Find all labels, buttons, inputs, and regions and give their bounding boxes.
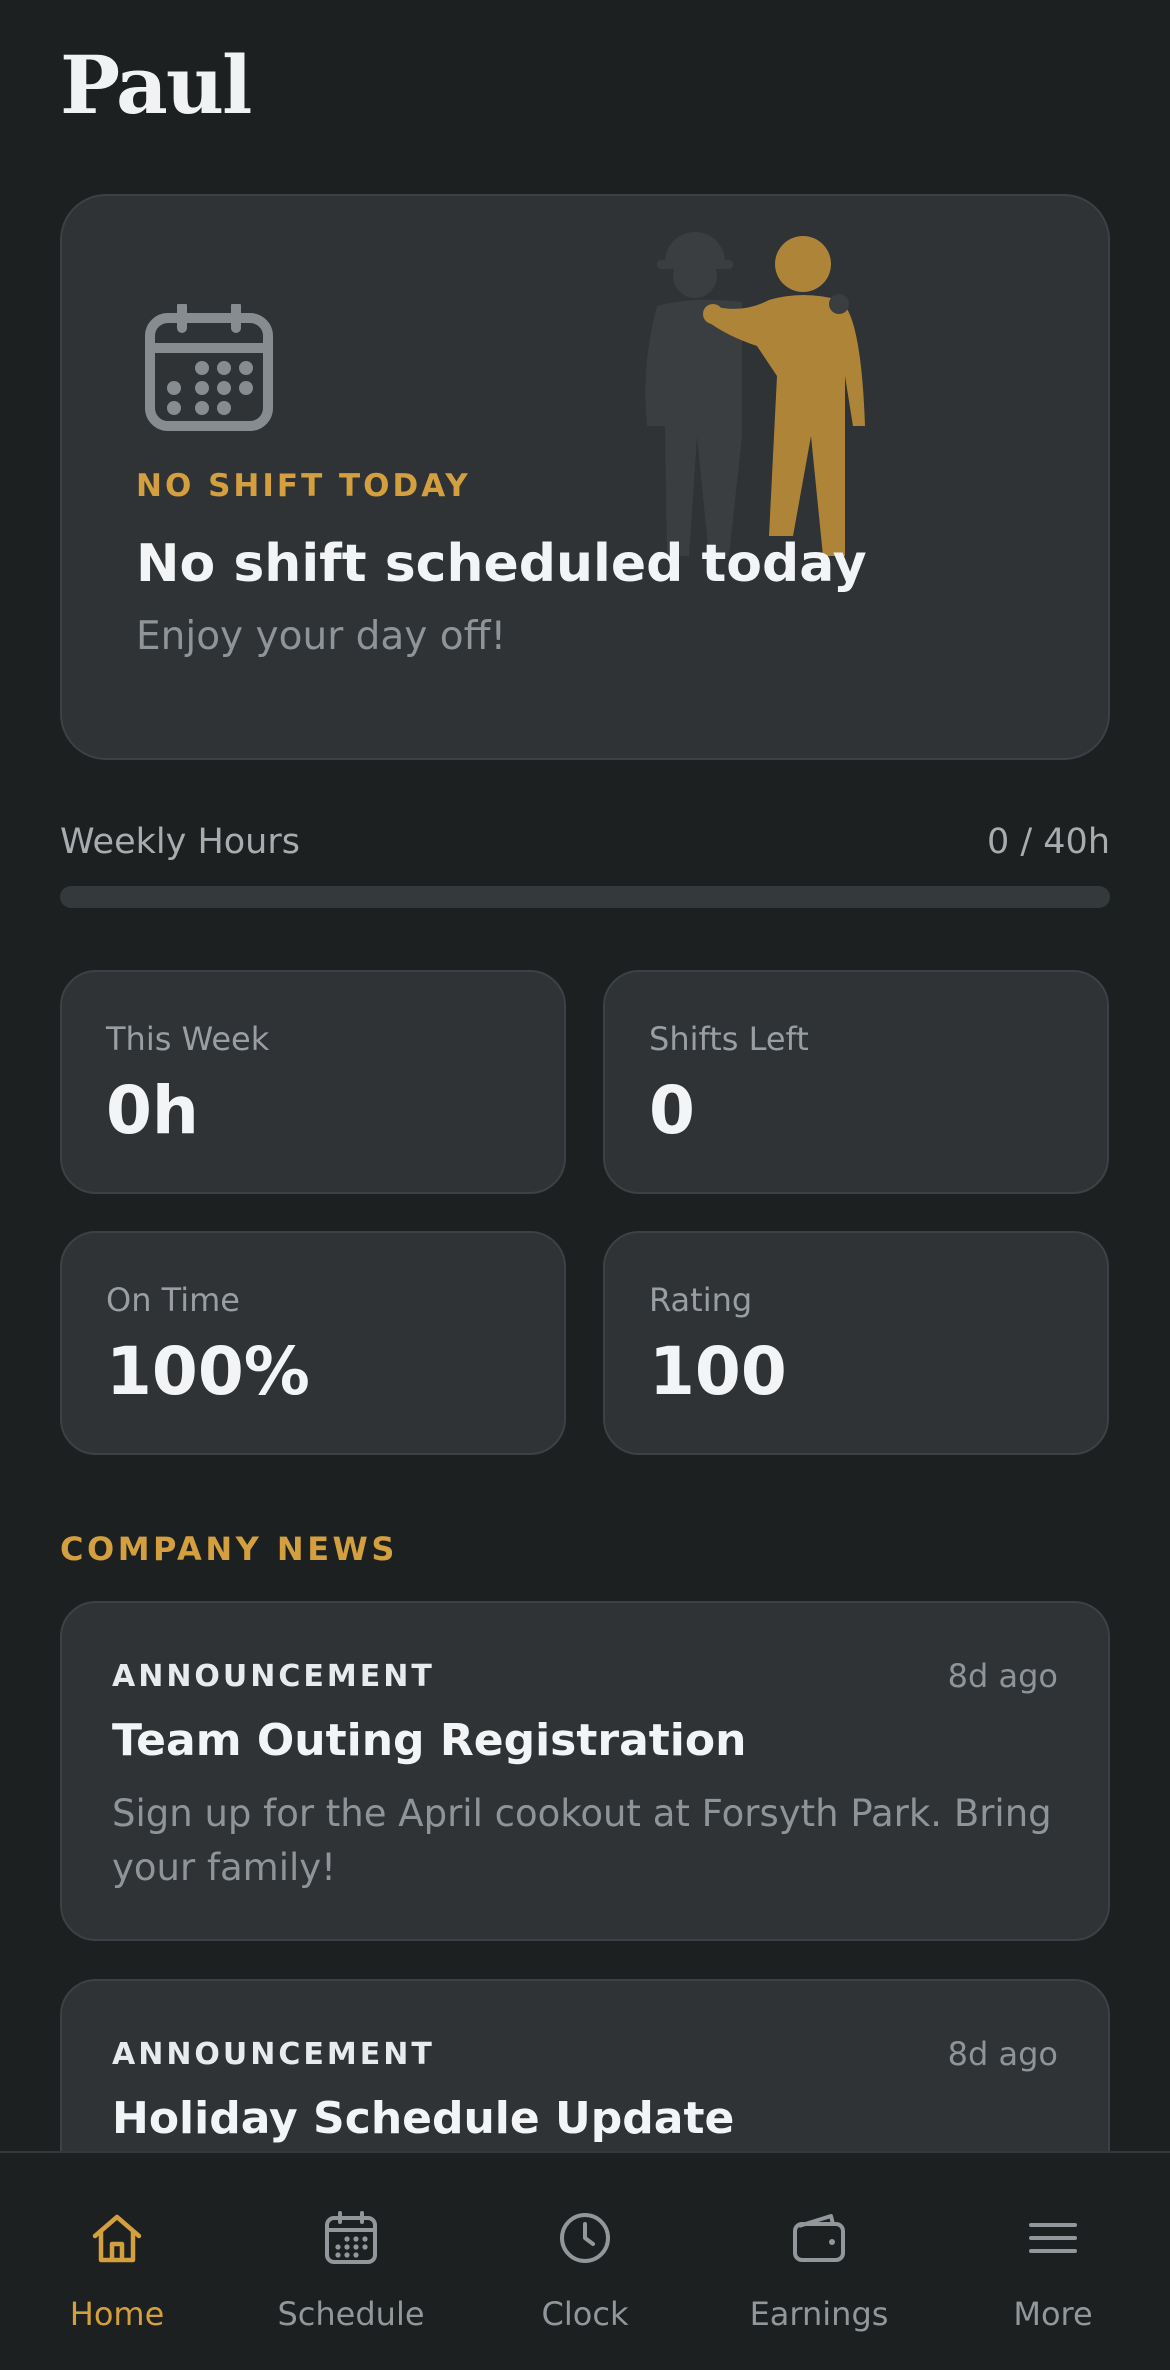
today-shift-card[interactable]: NO SHIFT TODAY No shift scheduled today … <box>60 194 1110 760</box>
stat-value: 100% <box>106 1333 310 1410</box>
tab-more[interactable]: More <box>936 2153 1170 2370</box>
tab-label: More <box>1013 2295 1093 2333</box>
news-card[interactable]: ANNOUNCEMENT 8d ago Team Outing Registra… <box>60 1601 1110 1941</box>
tab-label: Clock <box>541 2295 629 2333</box>
weekly-hours-label: Weekly Hours <box>60 822 300 862</box>
stat-value: 0 <box>649 1072 695 1149</box>
tab-label: Home <box>69 2295 165 2333</box>
news-time: 8d ago <box>947 2035 1058 2073</box>
stat-card-shifts-left[interactable]: Shifts Left 0 <box>603 970 1109 1194</box>
calendar-icon <box>325 2211 377 2264</box>
clock-icon <box>560 2213 610 2263</box>
stat-card-this-week[interactable]: This Week 0h <box>60 970 566 1194</box>
calendar-icon <box>145 304 273 431</box>
news-title: Holiday Schedule Update <box>112 2093 735 2144</box>
tab-label: Schedule <box>277 2295 425 2333</box>
wallet-icon <box>793 2214 845 2262</box>
shift-status-title: No shift scheduled today <box>136 534 867 594</box>
stat-card-on-time[interactable]: On Time 100% <box>60 1231 566 1455</box>
news-title: Team Outing Registration <box>112 1715 747 1766</box>
tab-home[interactable]: Home <box>0 2153 234 2370</box>
news-tag: ANNOUNCEMENT <box>112 1659 435 1694</box>
stat-label: This Week <box>106 1020 270 1058</box>
stat-label: On Time <box>106 1281 240 1319</box>
news-body: Sign up for the April cookout at Forsyth… <box>112 1792 1052 1889</box>
shift-status-label: NO SHIFT TODAY <box>136 468 471 504</box>
news-tag: ANNOUNCEMENT <box>112 2037 435 2072</box>
menu-icon <box>1029 2223 1077 2253</box>
news-time: 8d ago <box>947 1657 1058 1695</box>
company-news-heading: COMPANY NEWS <box>60 1530 398 1568</box>
tab-clock[interactable]: Clock <box>468 2153 702 2370</box>
tab-label: Earnings <box>749 2295 889 2333</box>
home-icon <box>92 2214 142 2263</box>
weekly-hours-value: 0 / 40h <box>986 822 1110 862</box>
bottom-tab-bar: Home Schedule Clock Earnings More <box>0 2151 1170 2370</box>
stat-label: Rating <box>649 1281 753 1319</box>
tab-schedule[interactable]: Schedule <box>234 2153 468 2370</box>
stat-value: 0h <box>106 1072 199 1149</box>
stat-value: 100 <box>649 1333 787 1410</box>
workers-illustration-icon <box>645 232 865 556</box>
greeting-title: Paul <box>60 38 252 132</box>
home-screen: Paul NO SHIFT TODAY No shift scheduled t… <box>0 0 1170 2370</box>
weekly-hours-progress <box>60 886 1110 908</box>
stat-card-rating[interactable]: Rating 100 <box>603 1231 1109 1455</box>
shift-status-subtitle: Enjoy your day off! <box>136 614 507 659</box>
stat-label: Shifts Left <box>649 1020 809 1058</box>
tab-earnings[interactable]: Earnings <box>702 2153 936 2370</box>
